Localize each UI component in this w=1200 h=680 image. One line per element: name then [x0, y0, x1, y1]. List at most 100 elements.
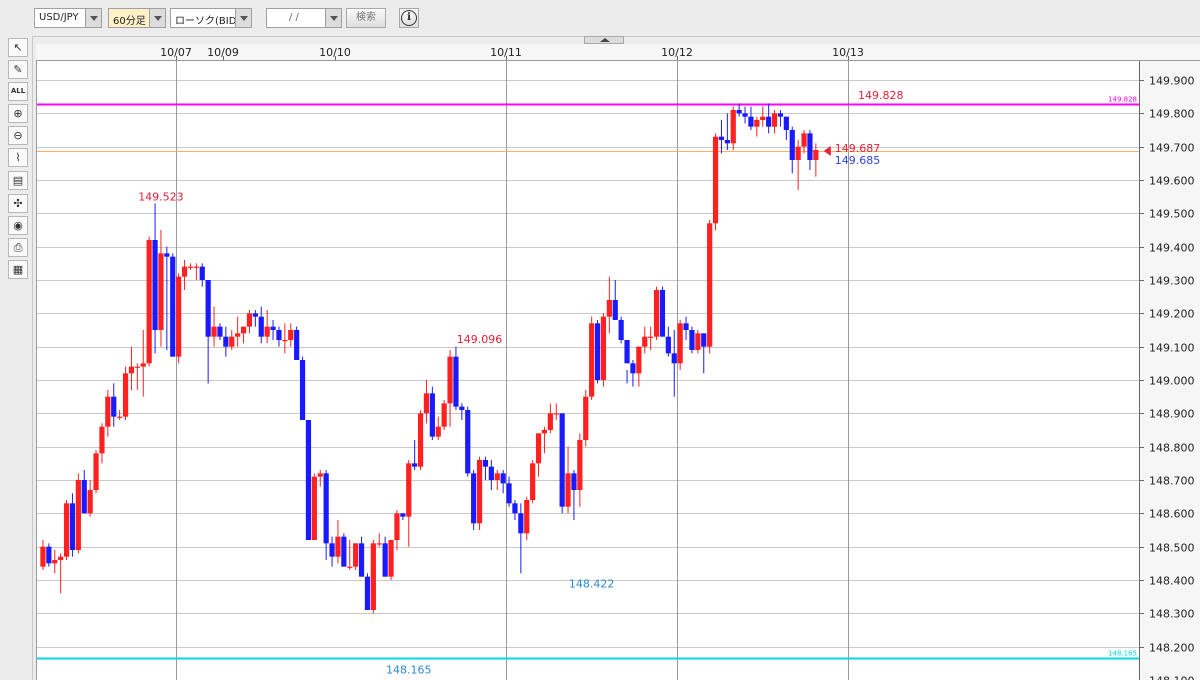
grid-settings-icon[interactable]: ▦ [8, 260, 28, 279]
candle-body [671, 353, 677, 364]
bullish-candle [600, 313, 607, 387]
candle-body [99, 426, 105, 454]
candle-body [358, 543, 365, 577]
candle-body [429, 393, 435, 437]
pencil-tool-icon[interactable]: ✎ [8, 60, 28, 79]
candle-body [217, 326, 223, 337]
candle-body [589, 323, 595, 397]
candle-body [777, 113, 784, 117]
candle-body [240, 326, 247, 334]
candle-body [689, 330, 695, 350]
bearish-candle [471, 470, 477, 530]
price-tick-label: 148.400 [1149, 575, 1195, 588]
candle-body [246, 313, 253, 327]
candle-body [482, 460, 489, 467]
candle-body [471, 473, 477, 524]
pointer-tool-icon[interactable]: ↖ [8, 38, 28, 57]
bullish-candle [370, 540, 376, 614]
candle-body [518, 513, 524, 534]
candle-body [270, 326, 276, 330]
candle-body [105, 396, 111, 427]
candle-body [618, 320, 624, 340]
chevron-down-icon [85, 9, 101, 27]
candle-body [648, 336, 654, 338]
candle-body [606, 300, 612, 317]
bullish-candle [146, 236, 152, 367]
candle-body [335, 536, 341, 557]
candle-body [388, 540, 394, 577]
date-label: 10/13 [832, 46, 864, 59]
candle-body [170, 256, 176, 357]
candle-body [382, 543, 388, 577]
timeframe-select-value: 60分足 [113, 16, 146, 27]
symbol-select[interactable]: USD/JPY [34, 8, 102, 28]
bullish-candle [75, 473, 81, 554]
candle-body [748, 116, 754, 127]
data-table-icon[interactable]: ▤ [8, 171, 28, 190]
candle-body [465, 410, 471, 474]
candlestick-chart[interactable]: 149.900 149.800 149.700 149.600 149.500 149.4… [36, 44, 1200, 680]
candle-body [93, 453, 99, 490]
candle-body [370, 543, 376, 610]
candle-body [140, 363, 146, 367]
bullish-candle [63, 500, 70, 560]
bearish-candle [294, 326, 300, 360]
candle-body [742, 113, 748, 117]
info-button[interactable]: i [399, 8, 419, 28]
zoom-in-icon[interactable]: ⊕ [8, 104, 28, 123]
symbol-select-value: USD/JPY [39, 12, 79, 23]
date-label: 10/07 [160, 46, 192, 59]
eraser-all-icon[interactable]: ALL [8, 82, 28, 101]
bullish-candle [122, 366, 129, 420]
candle-body [111, 396, 117, 417]
candle-body [134, 366, 140, 368]
chart-type-select[interactable]: ローソク(BID) [170, 8, 252, 28]
candle-body [547, 413, 553, 430]
price-tick-label: 148.300 [1149, 608, 1195, 621]
candle-body [653, 290, 660, 337]
candle-body [299, 360, 306, 420]
price-tick-label: 148.100 [1149, 675, 1195, 680]
zoom-out-icon[interactable]: ⊖ [8, 126, 28, 145]
candle-body [760, 116, 766, 120]
price-tick-label: 148.200 [1149, 642, 1195, 655]
candle-body [164, 253, 170, 257]
search-button[interactable]: 検索 [346, 8, 386, 28]
candle-body [795, 146, 801, 160]
print-icon[interactable]: ⎙ [8, 238, 28, 257]
timeframe-select[interactable]: 60分足 [108, 8, 166, 28]
candle-body [341, 536, 347, 567]
chevron-down-icon [325, 9, 341, 27]
candle-body [412, 463, 418, 467]
candle-body [252, 313, 258, 317]
resistance-line-label: 149.828 [1108, 96, 1137, 104]
candle-body [205, 280, 211, 337]
candle-body [594, 323, 601, 380]
candle-body [577, 440, 583, 490]
bearish-candle [46, 543, 52, 567]
date-input[interactable]: / / [266, 8, 342, 28]
candle-body [636, 346, 642, 374]
candle-body [783, 116, 789, 130]
eye-icon[interactable]: ◉ [8, 216, 28, 235]
candle-body [766, 116, 772, 127]
candle-body [264, 326, 270, 337]
date-label: 10/10 [319, 46, 351, 59]
price-tick-label: 149.000 [1149, 375, 1195, 388]
chart-style-icon[interactable]: ⌇ [8, 148, 28, 167]
indicators-icon[interactable]: ✣ [8, 194, 28, 213]
candle-body [624, 340, 630, 364]
collapse-panel-button[interactable] [584, 36, 624, 44]
low-price-label: 148.422 [569, 578, 615, 591]
info-icon: i [401, 10, 417, 26]
candle-body [701, 333, 707, 347]
candle-body [199, 266, 205, 280]
candle-body [46, 546, 52, 564]
candle-body [435, 426, 441, 437]
chevron-down-icon [149, 9, 165, 27]
candle-body [559, 413, 565, 507]
price-tick-label: 148.600 [1149, 508, 1195, 521]
price-tick-label: 149.600 [1149, 175, 1195, 188]
candle-body [707, 223, 713, 347]
price-tick-label: 148.700 [1149, 475, 1195, 488]
